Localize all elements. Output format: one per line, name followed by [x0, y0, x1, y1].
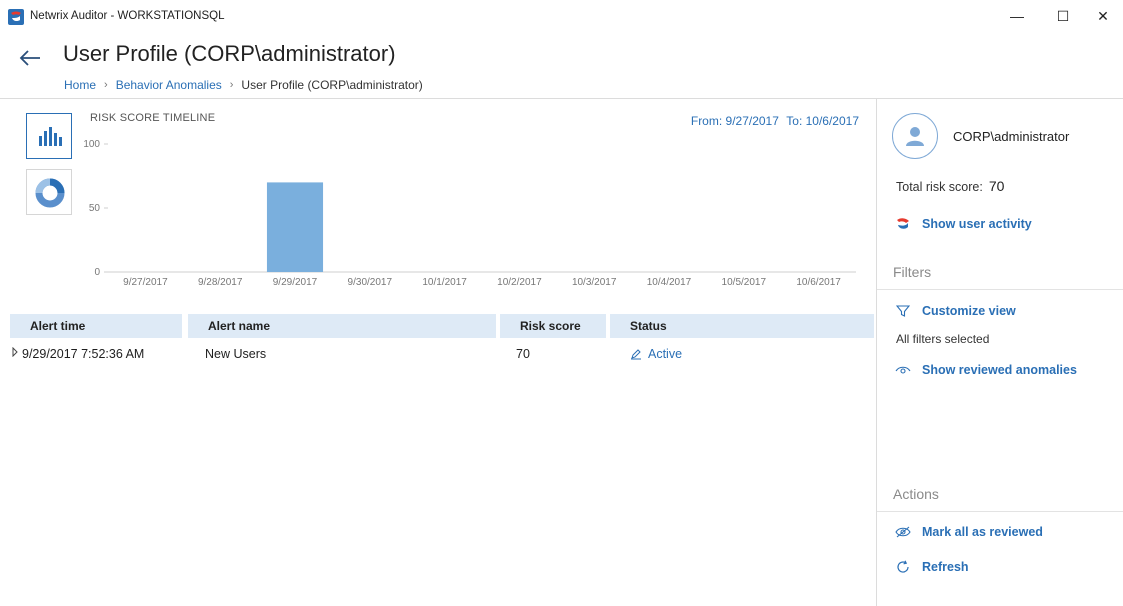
- y-tick-label: 0: [94, 267, 100, 278]
- y-tick-label: 100: [83, 139, 100, 150]
- filters-heading: Filters: [893, 264, 932, 280]
- table-header: Alert time Alert name Risk score Status: [10, 314, 874, 338]
- user-name: CORP\administrator: [953, 129, 1070, 144]
- bar-chart-view-button[interactable]: [26, 113, 72, 159]
- y-tick-label: 50: [89, 203, 101, 214]
- refresh-icon: [894, 558, 912, 576]
- breadcrumb-home[interactable]: Home: [64, 78, 96, 92]
- risk-score-chart: 0 50 100 9/27/2017 9/28/2017 9/29/2017 9/30/20…: [83, 139, 856, 288]
- actions-heading: Actions: [893, 486, 939, 502]
- table-row[interactable]: 9/29/2017 7:52:36 AM New Users 70 Active: [10, 342, 874, 366]
- minimize-button[interactable]: —: [994, 0, 1040, 32]
- eye-off-icon: [894, 523, 912, 541]
- total-risk-label: Total risk score:: [896, 180, 983, 194]
- date-range[interactable]: From: 9/27/2017 To: 10/6/2017: [687, 114, 859, 128]
- cell-alert-time: 9/29/2017 7:52:36 AM: [22, 347, 145, 361]
- x-tick-label: 10/4/2017: [647, 277, 692, 288]
- x-tick-label: 9/28/2017: [198, 277, 243, 288]
- chart-bar[interactable]: [266, 182, 324, 272]
- netwrix-app-icon: [8, 9, 24, 25]
- avatar: [892, 113, 938, 159]
- cell-alert-name: New Users: [205, 347, 267, 361]
- breadcrumb-behavior-anomalies[interactable]: Behavior Anomalies: [116, 78, 222, 92]
- show-reviewed-anomalies-label[interactable]: Show reviewed anomalies: [922, 363, 1077, 377]
- x-tick-label: 10/5/2017: [722, 277, 767, 288]
- mark-all-reviewed-link[interactable]: Mark all as reviewed: [894, 523, 1043, 541]
- show-user-activity-label[interactable]: Show user activity: [922, 217, 1032, 231]
- x-tick-label: 9/30/2017: [348, 277, 393, 288]
- column-header-risk-score[interactable]: Risk score: [500, 314, 606, 338]
- x-tick-label: 9/27/2017: [123, 277, 168, 288]
- page-title: User Profile (CORP\administrator): [63, 41, 396, 66]
- breadcrumb-separator: ›: [229, 79, 234, 91]
- breadcrumb-separator: ›: [104, 79, 108, 91]
- total-risk-value: 70: [988, 178, 1005, 194]
- header-divider: [0, 98, 1123, 99]
- customize-view-label[interactable]: Customize view: [922, 304, 1016, 318]
- user-avatar-icon: [906, 127, 924, 146]
- expand-row-icon[interactable]: [10, 347, 20, 357]
- breadcrumb-current: User Profile (CORP\administrator): [241, 78, 423, 92]
- close-button[interactable]: ✕: [1080, 0, 1123, 32]
- date-to[interactable]: To: 10/6/2017: [786, 114, 859, 128]
- donut-chart-view-button[interactable]: [26, 169, 72, 215]
- total-risk-score: Total risk score: 70: [896, 178, 1004, 194]
- date-from[interactable]: From: 9/27/2017: [691, 114, 779, 128]
- edit-pencil-icon: [631, 349, 641, 360]
- x-tick-label: 10/2/2017: [497, 277, 542, 288]
- x-tick-label: 10/6/2017: [796, 277, 841, 288]
- filters-divider: [877, 289, 1123, 290]
- title-bar: Netwrix Auditor - WORKSTATIONSQL — ☐ ✕: [0, 0, 1123, 34]
- show-reviewed-anomalies-link[interactable]: Show reviewed anomalies: [894, 361, 1077, 379]
- status-label[interactable]: Active: [648, 347, 682, 361]
- x-tick-label: 10/3/2017: [572, 277, 617, 288]
- customize-view-link[interactable]: Customize view: [894, 302, 1016, 320]
- x-tick-label: 9/29/2017: [273, 277, 318, 288]
- bar-chart-icon: [39, 127, 62, 146]
- column-header-alert-time[interactable]: Alert time: [10, 314, 182, 338]
- show-user-activity-link[interactable]: Show user activity: [894, 215, 1032, 233]
- actions-divider: [877, 511, 1123, 512]
- panel-divider: [876, 98, 877, 606]
- column-header-alert-name[interactable]: Alert name: [188, 314, 496, 338]
- status-link[interactable]: Active: [630, 347, 682, 361]
- window-title: Netwrix Auditor - WORKSTATIONSQL: [30, 10, 225, 22]
- cell-risk-score: 70: [516, 347, 530, 361]
- filters-status: All filters selected: [896, 332, 990, 346]
- netwrix-activity-icon: [894, 215, 912, 233]
- breadcrumb: Home › Behavior Anomalies › User Profile…: [64, 78, 423, 92]
- x-tick-label: 10/1/2017: [422, 277, 467, 288]
- refresh-label[interactable]: Refresh: [922, 560, 969, 574]
- back-arrow-icon[interactable]: [18, 46, 42, 70]
- eye-icon: [894, 361, 912, 379]
- mark-all-reviewed-label[interactable]: Mark all as reviewed: [922, 525, 1043, 539]
- refresh-link[interactable]: Refresh: [894, 558, 969, 576]
- column-header-status[interactable]: Status: [610, 314, 874, 338]
- donut-chart-icon: [35, 178, 65, 208]
- chart-title: RISK SCORE TIMELINE: [90, 112, 216, 124]
- filter-icon: [894, 302, 912, 320]
